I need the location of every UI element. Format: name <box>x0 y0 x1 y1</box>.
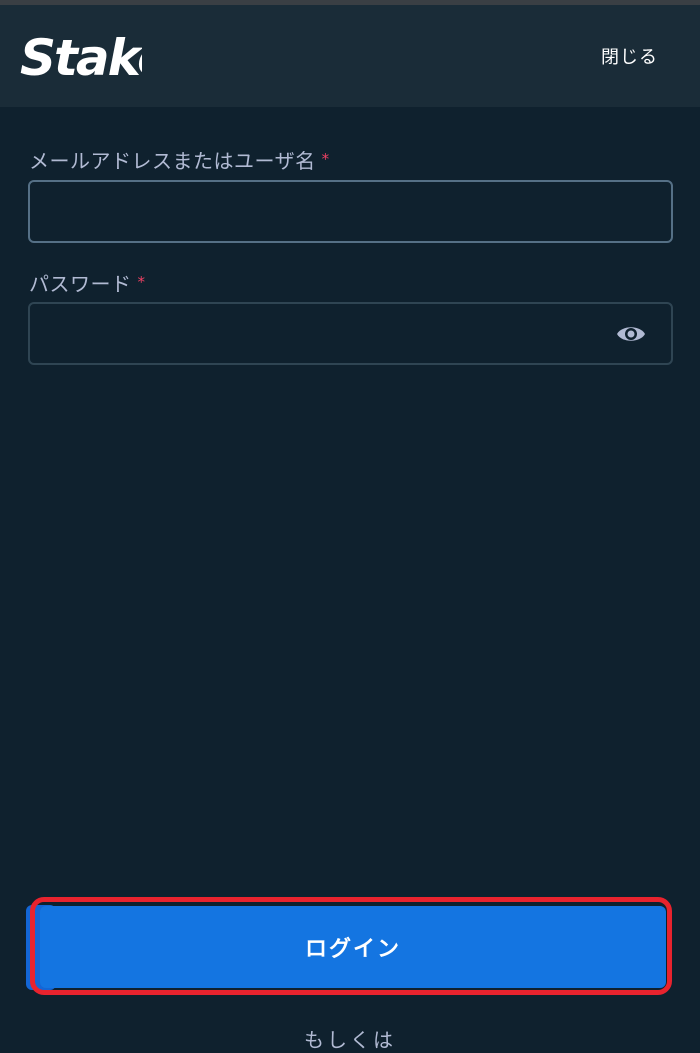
password-label-text: パスワード <box>29 272 132 296</box>
header: Stake 閉じる <box>0 5 700 107</box>
eye-icon[interactable] <box>615 319 647 349</box>
stake-logo[interactable]: Stake <box>18 23 142 91</box>
close-button[interactable]: 閉じる <box>601 43 658 69</box>
password-input[interactable] <box>30 304 622 363</box>
svg-text:Stake: Stake <box>20 29 142 87</box>
required-mark: * <box>321 150 330 168</box>
password-field-label: パスワード * <box>29 268 146 297</box>
email-field[interactable] <box>28 180 673 243</box>
email-label-text: メールアドレスまたはユーザ名 <box>29 149 316 173</box>
email-input[interactable] <box>30 182 622 241</box>
password-field[interactable] <box>28 302 673 365</box>
required-mark: * <box>137 273 146 291</box>
email-field-label: メールアドレスまたはユーザ名 * <box>29 145 330 174</box>
login-button[interactable]: ログイン <box>40 906 666 988</box>
